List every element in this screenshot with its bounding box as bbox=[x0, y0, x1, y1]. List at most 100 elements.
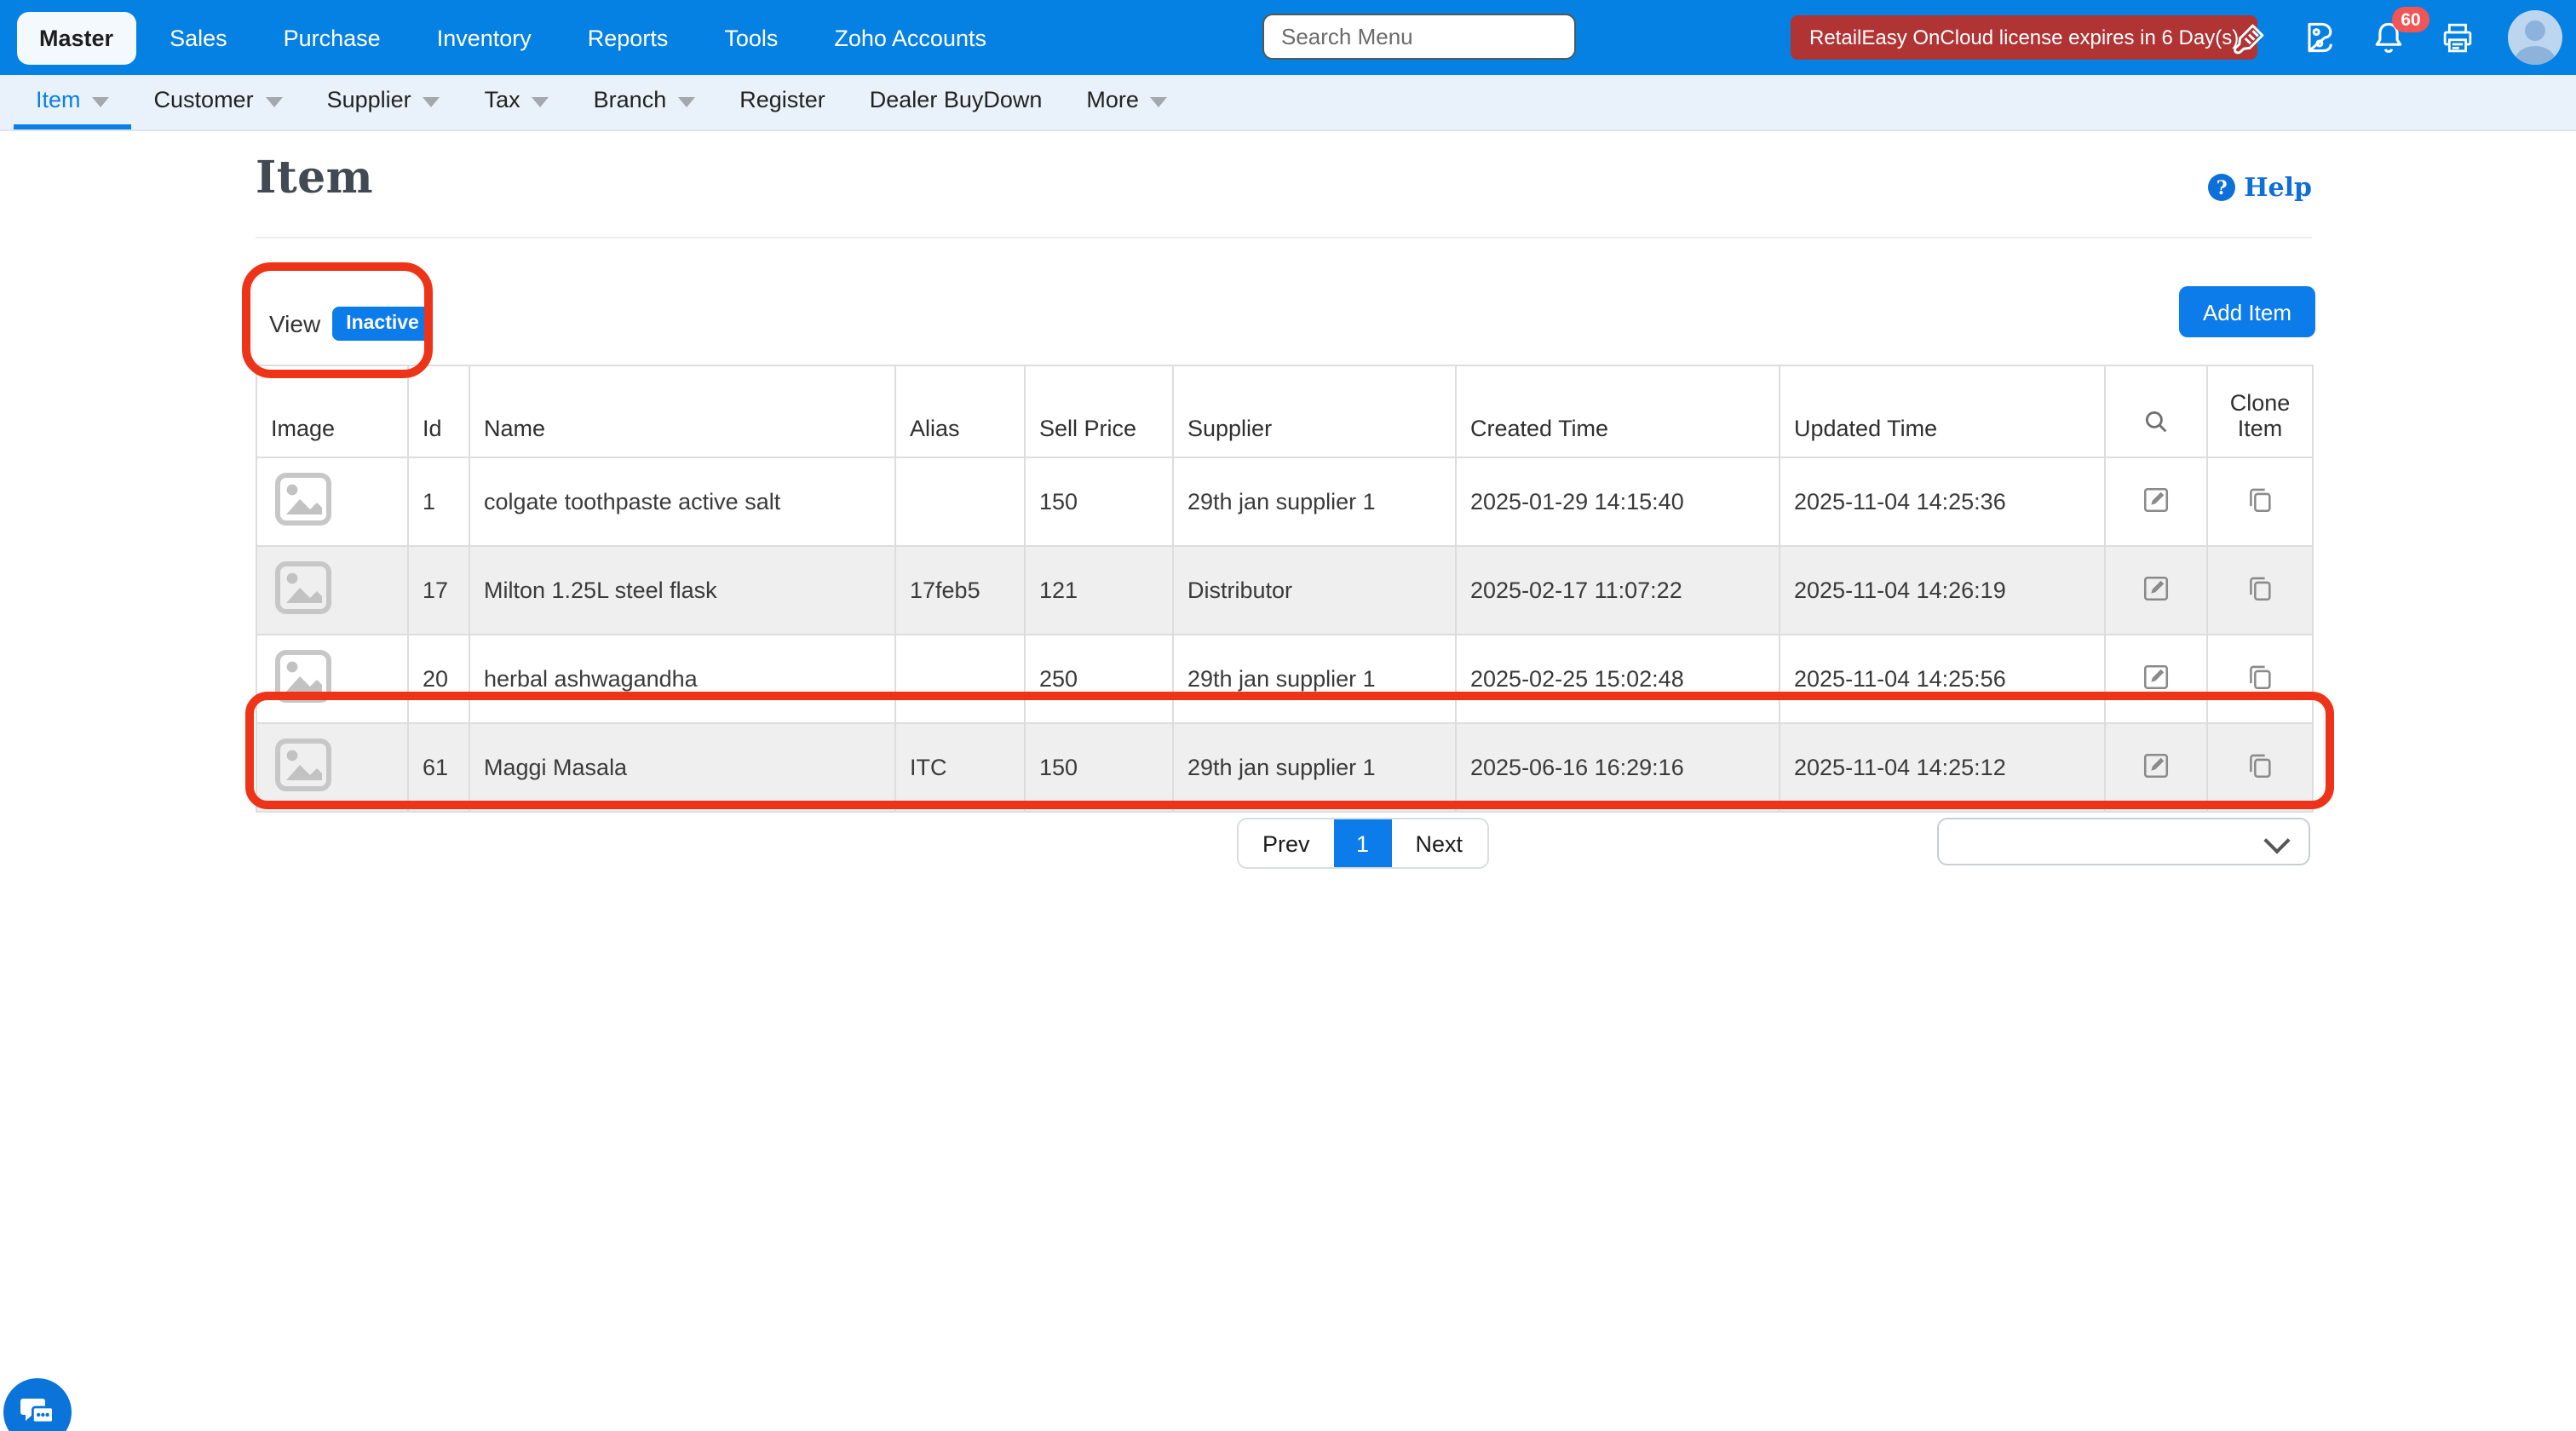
topbar-tab-purchase[interactable]: Purchase bbox=[262, 11, 403, 64]
table-body: 1colgate toothpaste active salt15029th j… bbox=[256, 457, 2313, 812]
edit-item-icon[interactable] bbox=[2142, 485, 2171, 514]
item-alias-cell bbox=[895, 635, 1025, 723]
item-created-time-cell: 2025-01-29 14:15:40 bbox=[1456, 457, 1780, 546]
item-name-cell: Maggi Masala bbox=[469, 723, 895, 812]
item-image-cell bbox=[256, 723, 408, 812]
item-supplier-cell: 29th jan supplier 1 bbox=[1173, 635, 1456, 723]
subnav-item-dealer-buydown[interactable]: Dealer BuyDown bbox=[848, 75, 1065, 129]
pagination-next-button[interactable]: Next bbox=[1392, 819, 1487, 867]
subnav-item-label: Register bbox=[739, 87, 825, 112]
topbar-tab-zoho-accounts[interactable]: Zoho Accounts bbox=[812, 11, 1009, 64]
item-updated-time-cell: 2025-11-04 14:26:19 bbox=[1780, 546, 2105, 635]
subnav-item-label: Customer bbox=[154, 87, 254, 112]
item-sell-price-cell: 150 bbox=[1025, 457, 1173, 546]
subnav-item-label: Dealer BuyDown bbox=[870, 87, 1043, 112]
brush-icon[interactable] bbox=[2232, 20, 2268, 55]
subnav-item-tax[interactable]: Tax bbox=[463, 75, 572, 129]
pagination: Prev 1 Next bbox=[1237, 818, 1488, 869]
chevron-down-icon bbox=[532, 96, 549, 106]
license-warning-badge: RetailEasy OnCloud license expires in 6 … bbox=[1791, 15, 2257, 60]
item-sell-price-cell: 250 bbox=[1025, 635, 1173, 723]
item-id-cell: 1 bbox=[408, 457, 469, 546]
edit-item-icon[interactable] bbox=[2142, 573, 2171, 602]
notifications-bell-icon[interactable]: 60 bbox=[2370, 19, 2407, 56]
item-name-cell: colgate toothpaste active salt bbox=[469, 457, 895, 546]
item-clone-cell bbox=[2207, 546, 2313, 635]
search-column-header[interactable] bbox=[2105, 365, 2207, 457]
topbar-tab-master[interactable]: Master bbox=[17, 11, 135, 64]
page-size-select[interactable] bbox=[1937, 818, 2310, 865]
item-clone-cell bbox=[2207, 457, 2313, 546]
topbar-tab-sales[interactable]: Sales bbox=[147, 11, 250, 64]
item-created-time-cell: 2025-02-25 15:02:48 bbox=[1456, 635, 1780, 723]
item-image-cell bbox=[256, 546, 408, 635]
chevron-down-icon bbox=[266, 96, 283, 106]
header-supplier: Supplier bbox=[1173, 365, 1456, 457]
subnav-item-customer[interactable]: Customer bbox=[132, 75, 305, 129]
item-clone-cell bbox=[2207, 723, 2313, 812]
item-alias-cell bbox=[895, 457, 1025, 546]
chat-support-button[interactable] bbox=[3, 1378, 72, 1431]
clone-item-icon[interactable] bbox=[2245, 485, 2274, 514]
pagination-prev-button[interactable]: Prev bbox=[1239, 819, 1334, 867]
item-created-time-cell: 2025-06-16 16:29:16 bbox=[1456, 723, 1780, 812]
subnav-item-label: More bbox=[1086, 87, 1139, 112]
item-alias-cell: ITC bbox=[895, 723, 1025, 812]
topbar-tab-inventory[interactable]: Inventory bbox=[415, 11, 554, 64]
pagination-page-1-button[interactable]: 1 bbox=[1334, 819, 1392, 867]
help-question-icon: ? bbox=[2208, 174, 2235, 201]
view-toggle-row: View Inactive bbox=[269, 307, 433, 341]
chat-bubbles-icon bbox=[17, 1392, 58, 1431]
item-created-time-cell: 2025-02-17 11:07:22 bbox=[1456, 546, 1780, 635]
item-edit-cell bbox=[2105, 723, 2207, 812]
item-edit-cell bbox=[2105, 457, 2207, 546]
search-input[interactable] bbox=[1262, 14, 1576, 60]
subnav-item-more[interactable]: More bbox=[1064, 75, 1190, 129]
clone-item-icon[interactable] bbox=[2245, 662, 2274, 691]
item-alias-cell: 17feb5 bbox=[895, 546, 1025, 635]
subnav-item-supplier[interactable]: Supplier bbox=[305, 75, 463, 129]
item-image-placeholder-icon bbox=[271, 555, 336, 620]
item-clone-cell bbox=[2207, 635, 2313, 723]
subnav-item-label: Item bbox=[36, 87, 81, 112]
printer-icon[interactable] bbox=[2440, 20, 2475, 55]
item-supplier-cell: 29th jan supplier 1 bbox=[1173, 723, 1456, 812]
help-link[interactable]: ? Help bbox=[2208, 172, 2312, 203]
clone-item-icon[interactable] bbox=[2245, 573, 2274, 602]
help-label: Help bbox=[2244, 172, 2312, 203]
chevron-down-icon bbox=[2263, 827, 2290, 853]
subnav-item-branch[interactable]: Branch bbox=[572, 75, 718, 129]
view-inactive-toggle[interactable]: Inactive bbox=[332, 307, 433, 341]
table-row: 1colgate toothpaste active salt15029th j… bbox=[256, 457, 2313, 546]
topbar-tab-reports[interactable]: Reports bbox=[566, 11, 691, 64]
header-sell-price: Sell Price bbox=[1025, 365, 1173, 457]
item-sell-price-cell: 150 bbox=[1025, 723, 1173, 812]
master-sub-navigation: Item Customer SupplierTax Branch Register Dea… bbox=[0, 75, 2576, 131]
user-avatar[interactable] bbox=[2508, 10, 2562, 65]
item-image-placeholder-icon bbox=[271, 644, 336, 709]
chevron-down-icon bbox=[1151, 96, 1168, 106]
item-updated-time-cell: 2025-11-04 14:25:12 bbox=[1780, 723, 2105, 812]
chevron-down-icon bbox=[678, 96, 695, 106]
item-image-placeholder-icon bbox=[271, 733, 336, 797]
table-header-row: Image Id Name Alias Sell Price Supplier … bbox=[256, 365, 2313, 457]
topbar-tab-tools[interactable]: Tools bbox=[702, 11, 800, 64]
topbar-icon-group: 60 bbox=[2232, 0, 2562, 75]
edit-item-icon[interactable] bbox=[2142, 662, 2171, 691]
header-name: Name bbox=[469, 365, 895, 457]
chevron-down-icon bbox=[93, 96, 110, 106]
edit-item-icon[interactable] bbox=[2142, 750, 2171, 779]
subnav-item-register[interactable]: Register bbox=[717, 75, 848, 129]
item-updated-time-cell: 2025-11-04 14:25:56 bbox=[1780, 635, 2105, 723]
item-updated-time-cell: 2025-11-04 14:25:36 bbox=[1780, 457, 2105, 546]
search-icon bbox=[2142, 407, 2171, 436]
header-clone-item: Clone Item bbox=[2207, 365, 2313, 457]
clone-item-icon[interactable] bbox=[2245, 750, 2274, 779]
subnav-item-label: Branch bbox=[594, 87, 667, 112]
add-item-button[interactable]: Add Item bbox=[2179, 286, 2315, 337]
topbar-tabs: MasterSalesPurchaseInventoryReportsTools… bbox=[17, 0, 1009, 75]
zoho-apps-icon[interactable] bbox=[2300, 19, 2337, 56]
subnav-item-item[interactable]: Item bbox=[14, 75, 132, 129]
item-supplier-cell: Distributor bbox=[1173, 546, 1456, 635]
header-updated-time: Updated Time bbox=[1780, 365, 2105, 457]
